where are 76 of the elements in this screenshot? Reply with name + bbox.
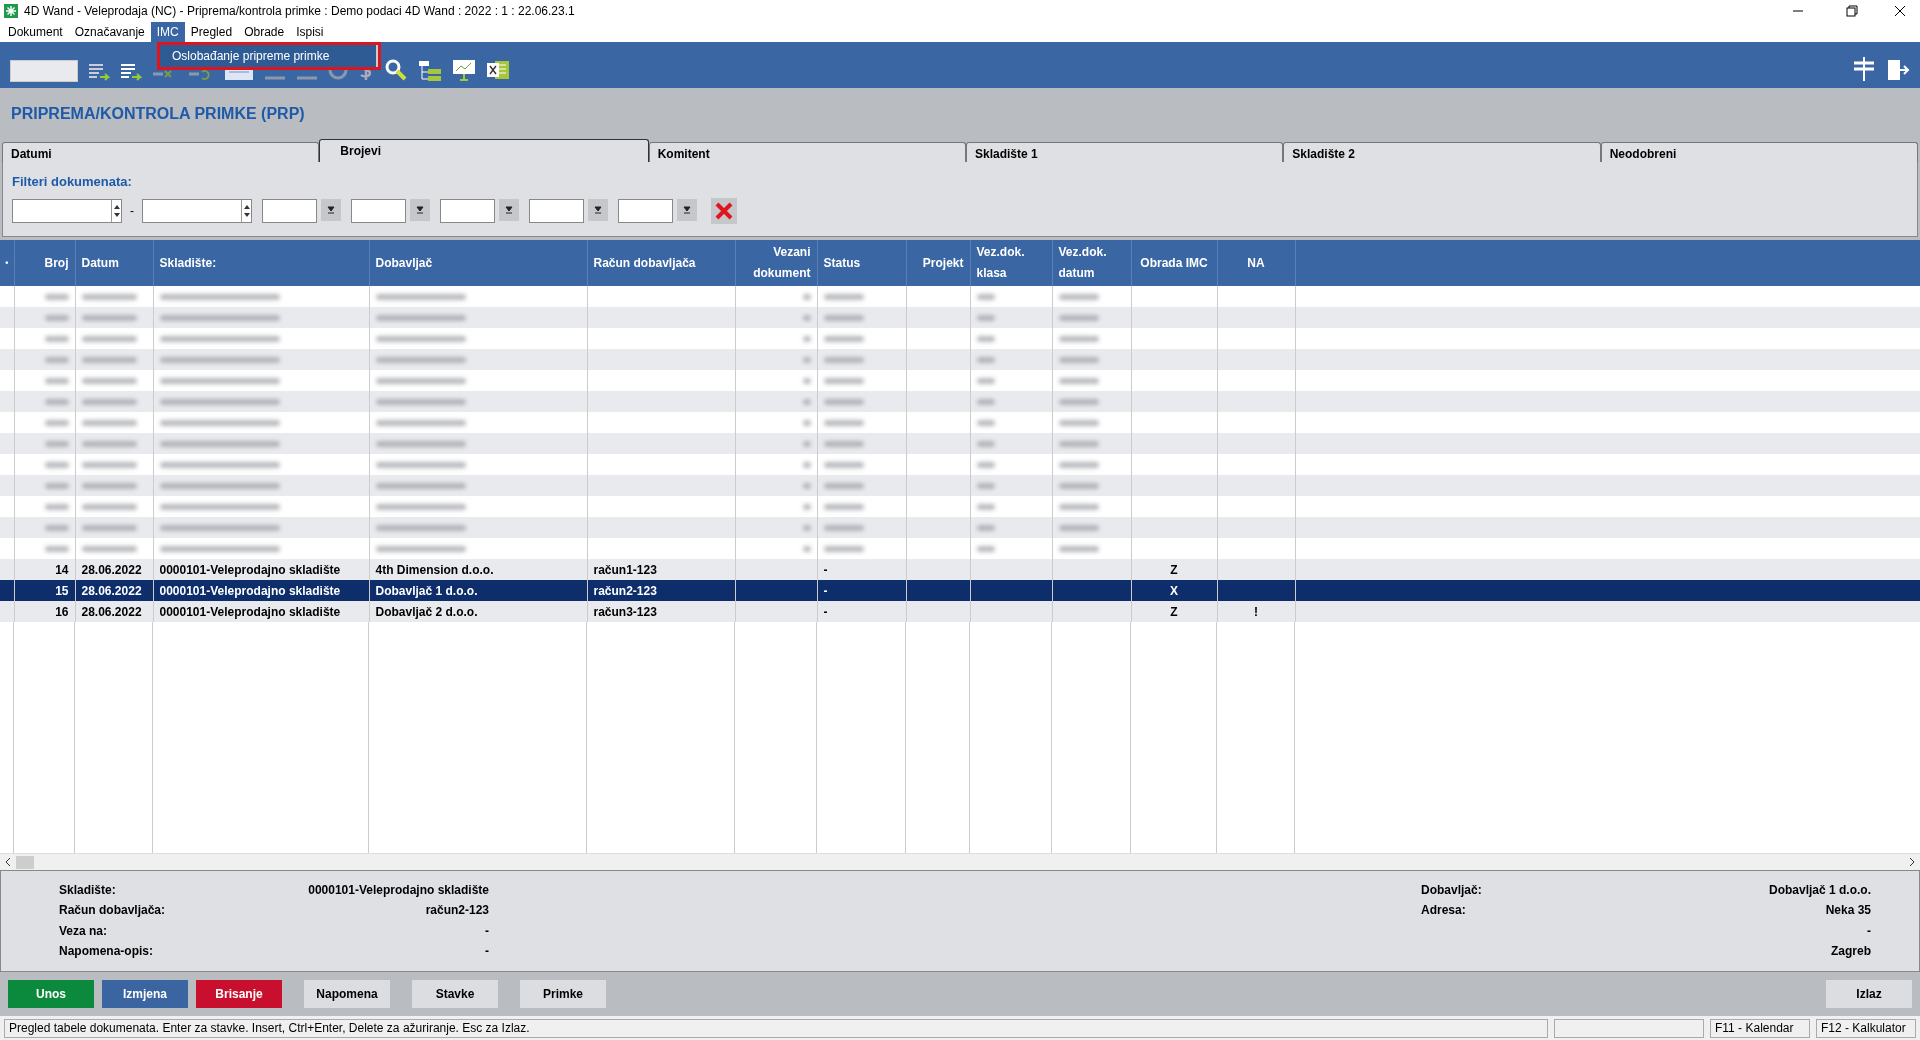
- field-value: račun2-123: [424, 902, 489, 920]
- table-cell: -: [817, 601, 906, 622]
- column-header[interactable]: Obrada IMC: [1131, 240, 1217, 286]
- table-cell: !: [1217, 601, 1295, 622]
- table-cell: Z: [1131, 601, 1217, 622]
- tab[interactable]: Komitent: [648, 142, 966, 162]
- exit-button[interactable]: Izlaz: [1826, 980, 1912, 1008]
- separator-text: -: [129, 202, 135, 220]
- menu-item[interactable]: Označavanje: [68, 22, 151, 42]
- column-header[interactable]: Vez.dok. klasa: [970, 240, 1052, 286]
- table-cell: 28.06.2022: [75, 601, 153, 622]
- tab[interactable]: Skladište 1: [966, 142, 1284, 162]
- table-cell: račun2-123: [587, 580, 735, 601]
- table-cell: 28.06.2022: [75, 559, 153, 580]
- column-header[interactable]: Skladište:: [153, 240, 369, 286]
- table-cell: Z: [1131, 559, 1217, 580]
- menu-item[interactable]: Ispisi: [290, 22, 330, 42]
- action-button[interactable]: Izmjena: [102, 980, 188, 1008]
- tab[interactable]: Datumi: [2, 142, 320, 162]
- status-text: Pregled tabele dokumenata. Enter za stavke. Insert, Ctrl+Enter, Delete za ažuriranje. Esc za Izlaz.: [4, 1018, 1548, 1038]
- table-cell: 0000101-Veleprodajno skladište: [153, 601, 369, 622]
- action-button[interactable]: Primke: [520, 980, 606, 1008]
- field-label: Dobavljač:: [1421, 882, 1483, 899]
- field-label: Adresa:: [1421, 902, 1467, 920]
- field-value: -: [484, 922, 489, 940]
- field-label: Skladište:: [59, 882, 117, 899]
- tab[interactable]: Brojevi: [319, 139, 649, 162]
- field-value: Zagreb: [1830, 942, 1871, 960]
- menu-item[interactable]: Dokument: [2, 22, 69, 42]
- menu-item[interactable]: Obrade: [238, 22, 291, 42]
- table-cell: 16: [14, 601, 75, 622]
- action-button[interactable]: Stavke: [412, 980, 498, 1008]
- page-title: PRIPREMA/KONTROLA PRIMKE (PRP): [11, 104, 305, 124]
- field-value: -: [1866, 922, 1871, 940]
- column-header[interactable]: Broj: [14, 240, 75, 286]
- field-label: Napomena-opis:: [59, 942, 154, 960]
- table-cell: X: [1131, 580, 1217, 601]
- field-value: -: [484, 942, 489, 960]
- field-value: 0000101-Veleprodajno skladište: [307, 882, 489, 899]
- action-button[interactable]: Brisanje: [196, 980, 282, 1008]
- tab[interactable]: Neodobreni: [1600, 142, 1918, 162]
- table-cell: Dobavljač 1 d.o.o.: [369, 580, 587, 601]
- table-cell: 15: [14, 580, 75, 601]
- menu-item[interactable]: Pregled: [184, 22, 239, 42]
- column-header[interactable]: Račun dobavljača: [587, 240, 735, 286]
- table-cell: Dobavljač 2 d.o.o.: [369, 601, 587, 622]
- column-header[interactable]: Vezani dokument: [735, 240, 817, 286]
- table-cell: -: [817, 559, 906, 580]
- action-button[interactable]: Napomena: [304, 980, 390, 1008]
- field-label: Veza na:: [59, 922, 109, 940]
- column-header[interactable]: NA: [1217, 240, 1295, 286]
- table-cell: -: [817, 580, 906, 601]
- column-header[interactable]: Datum: [75, 240, 153, 286]
- table-cell: račun1-123: [587, 559, 735, 580]
- table-cell: 4th Dimension d.o.o.: [369, 559, 587, 580]
- column-header[interactable]: Projekt: [906, 240, 970, 286]
- menu-item[interactable]: IMC: [150, 22, 185, 42]
- table-cell: 14: [14, 559, 75, 580]
- column-header[interactable]: Vez.dok. datum: [1052, 240, 1131, 286]
- field-value: Dobavljač 1 d.o.o.: [1767, 882, 1871, 899]
- tab[interactable]: Skladište 2: [1283, 142, 1601, 162]
- table-cell: 0000101-Veleprodajno skladište: [153, 580, 369, 601]
- filter-title: Filteri dokumenata:: [12, 173, 133, 191]
- table-cell: račun3-123: [587, 601, 735, 622]
- bullet-header[interactable]: •: [0, 240, 14, 286]
- column-header[interactable]: Status: [817, 240, 906, 286]
- field-value: Neka 35: [1824, 902, 1871, 920]
- window-title: 4D Wand - Veleprodaja (NC) - Priprema/kontrola primke : Demo podaci 4D Wand : 2022 : 1 : 22.06.23.1: [24, 3, 575, 20]
- status-key: F11 - Kalendar: [1710, 1018, 1810, 1038]
- table-cell: 28.06.2022: [75, 580, 153, 601]
- status-key: F12 - Kalkulator: [1816, 1018, 1916, 1038]
- menu-item[interactable]: Oslobađanje pripreme primke: [160, 45, 378, 67]
- action-button[interactable]: Unos: [8, 980, 94, 1008]
- table-cell: 0000101-Veleprodajno skladište: [153, 559, 369, 580]
- field-label: Račun dobavljača:: [59, 902, 167, 920]
- column-header[interactable]: Dobavljač: [369, 240, 587, 286]
